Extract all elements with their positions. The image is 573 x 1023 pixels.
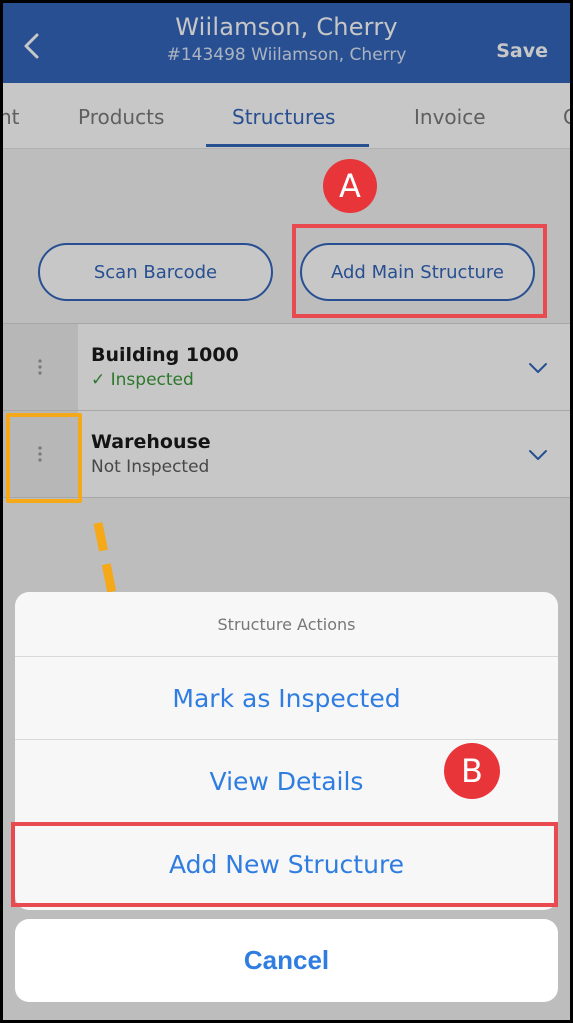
cancel-button[interactable]: Cancel bbox=[15, 919, 558, 1002]
app-screen: Wiilamson, Cherry #143498 Wiilamson, Che… bbox=[3, 3, 570, 1020]
annotation-highlight-box bbox=[292, 224, 547, 318]
action-sheet-title: Structure Actions bbox=[15, 592, 558, 657]
annotation-marker-b: B bbox=[444, 743, 500, 799]
mark-as-inspected-button[interactable]: Mark as Inspected bbox=[15, 657, 558, 740]
annotation-marker-a: A bbox=[323, 159, 377, 213]
annotation-highlight-box bbox=[6, 413, 82, 503]
annotation-highlight-box bbox=[11, 822, 558, 907]
